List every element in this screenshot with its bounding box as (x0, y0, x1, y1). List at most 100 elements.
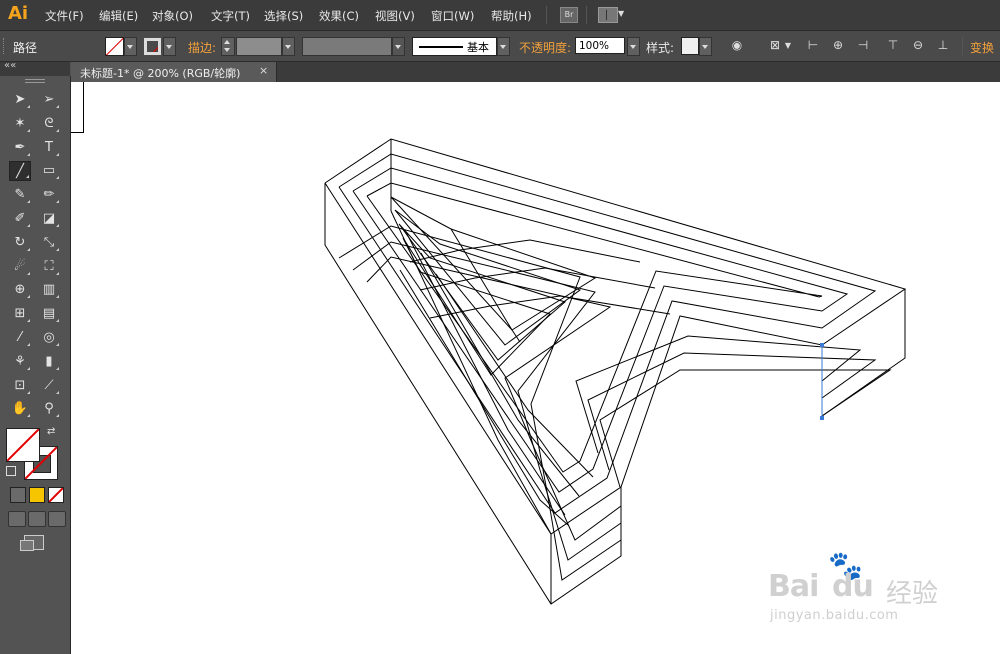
selection-type-label: 路径 (13, 41, 38, 55)
gradient-tool-icon[interactable]: ▤ (38, 304, 60, 324)
menu-select[interactable]: 选择(S) (264, 8, 303, 24)
brush-dropdown[interactable] (497, 37, 510, 56)
hand-tool-icon[interactable]: ✋ (9, 399, 31, 419)
shape-builder-tool-icon[interactable]: ⊕ (9, 280, 31, 300)
zoom-tool-icon[interactable]: ⚲ (38, 399, 60, 419)
menu-object[interactable]: 对象(O) (152, 8, 193, 24)
graphic-style-swatch[interactable] (681, 37, 699, 55)
fill-color-box[interactable] (6, 428, 40, 462)
toolbox-grip[interactable] (25, 79, 45, 83)
default-colors-icon[interactable] (6, 466, 16, 476)
perspective-grid-tool-icon[interactable]: ▥ (38, 280, 60, 300)
paintbrush-tool-icon[interactable]: ✎ (9, 185, 31, 205)
menu-view[interactable]: 视图(V) (375, 8, 415, 24)
menu-bar: Ai 文件(F) 编辑(E) 对象(O) 文字(T) 选择(S) 效果(C) 视… (0, 0, 1000, 31)
draw-inside-icon[interactable] (48, 511, 66, 527)
stroke-color-dropdown[interactable] (163, 37, 176, 56)
document-tab-bar: 未标题-1* @ 200% (RGB/轮廓) × (71, 62, 1000, 82)
stroke-weight-dropdown[interactable] (282, 37, 295, 56)
align-top-icon[interactable]: ⊤ (886, 39, 900, 52)
control-separator (962, 37, 963, 55)
rectangle-tool-icon[interactable]: ▭ (38, 161, 60, 181)
menu-edit[interactable]: 编辑(E) (99, 8, 138, 24)
app-logo: Ai (8, 3, 29, 24)
transform-label[interactable]: 变换 (970, 39, 994, 56)
stroke-swatch[interactable] (144, 38, 161, 55)
graphic-style-dropdown[interactable] (699, 37, 712, 56)
menu-window[interactable]: 窗口(W) (431, 8, 474, 24)
color-mode-icon[interactable] (10, 487, 26, 503)
bridge-button[interactable]: Br (560, 7, 578, 23)
align-vertical-center-icon[interactable]: ⊖ (911, 39, 925, 52)
column-graph-tool-icon[interactable]: ▮ (38, 352, 60, 372)
chevron-down-icon[interactable]: ▼ (781, 39, 795, 52)
align-horizontal-center-icon[interactable]: ⊕ (831, 39, 845, 52)
close-icon[interactable]: × (259, 64, 268, 77)
opacity-input[interactable]: 100% (575, 37, 625, 54)
draw-behind-icon[interactable] (28, 511, 46, 527)
align-bottom-icon[interactable]: ⊥ (936, 39, 950, 52)
menu-effect[interactable]: 效果(C) (319, 8, 359, 24)
control-bar: 路径 描边: 基本 不透明度: 100% 样式: ◉ ⊠ ▼ ⊢ ⊕ ⊣ ⊤ ⊖… (0, 31, 1000, 62)
mesh-tool-icon[interactable]: ⊞ (9, 304, 31, 324)
gradient-mode-icon[interactable] (29, 487, 45, 503)
line-segment-tool-icon[interactable]: ╱ (9, 161, 31, 182)
pencil-tool-icon[interactable]: ✏ (38, 185, 60, 205)
menu-type[interactable]: 文字(T) (211, 8, 250, 24)
stroke-label[interactable]: 描边: (188, 39, 216, 56)
recolor-artwork-icon[interactable]: ◉ (730, 39, 744, 52)
fill-dropdown[interactable] (124, 37, 137, 56)
magic-wand-tool-icon[interactable]: ✶ (9, 114, 31, 134)
stroke-weight-input[interactable] (236, 37, 282, 56)
watermark-brand: Bai (768, 569, 819, 604)
symbol-sprayer-tool-icon[interactable]: ⚘ (9, 352, 31, 372)
menu-file[interactable]: 文件(F) (45, 8, 84, 24)
fill-swatch[interactable] (105, 37, 124, 56)
menu-separator (546, 6, 547, 24)
align-to-selection-icon[interactable]: ⊠ (768, 39, 782, 52)
none-mode-icon[interactable] (48, 487, 64, 503)
watermark-cn: 经验 (886, 579, 939, 609)
pen-tool-icon[interactable]: ✒ (9, 138, 31, 158)
stroke-preview (419, 46, 463, 48)
lasso-tool-icon[interactable]: ᘓ (38, 114, 60, 134)
workspace-switcher-icon[interactable] (598, 7, 618, 23)
stroke-weight-stepper[interactable] (221, 37, 235, 56)
screen-mode-icon[interactable] (20, 535, 44, 551)
brush-name: 基本 (467, 41, 489, 54)
menu-separator (586, 6, 587, 24)
opacity-dropdown[interactable] (627, 37, 640, 56)
scale-tool-icon[interactable]: ⤡ (38, 233, 60, 253)
selection-tool-icon[interactable]: ➤ (9, 90, 31, 110)
chevron-down-icon[interactable]: ▼ (618, 9, 624, 18)
artboard-tool-icon[interactable]: ⊡ (9, 376, 31, 396)
align-left-icon[interactable]: ⊢ (806, 39, 820, 52)
align-right-icon[interactable]: ⊣ (856, 39, 870, 52)
panel-grip[interactable] (3, 38, 7, 54)
baidu-watermark: 🐾 Bai du 经验 jingyan.baidu.com (768, 549, 968, 635)
free-transform-tool-icon[interactable]: ⛶ (38, 257, 60, 277)
menu-help[interactable]: 帮助(H) (491, 8, 532, 24)
type-tool-icon[interactable]: T (38, 138, 60, 158)
brush-definition[interactable]: 基本 (412, 37, 497, 56)
opacity-label[interactable]: 不透明度: (519, 39, 571, 56)
toolbox-header: «« (0, 60, 70, 76)
watermark-du: du (832, 569, 874, 604)
warp-tool-icon[interactable]: ☄ (9, 257, 31, 277)
eraser-tool-icon[interactable]: ◪ (38, 209, 60, 229)
swap-fill-stroke-icon[interactable]: ⇄ (47, 426, 55, 437)
collapse-icon[interactable]: «« (4, 60, 16, 71)
variable-width-profile[interactable] (302, 37, 392, 56)
document-tab[interactable]: 未标题-1* @ 200% (RGB/轮廓) × (71, 62, 277, 82)
blend-tool-icon[interactable]: ◎ (38, 328, 60, 348)
document-tab-title: 未标题-1* @ 200% (RGB/轮廓) (80, 67, 241, 80)
direct-selection-tool-icon[interactable]: ➢ (38, 90, 60, 110)
blob-brush-tool-icon[interactable]: ✐ (9, 209, 31, 229)
draw-normal-icon[interactable] (8, 511, 26, 527)
watermark-url: jingyan.baidu.com (770, 608, 899, 623)
style-label: 样式: (646, 41, 675, 55)
slice-tool-icon[interactable]: ⟋ (38, 376, 60, 396)
width-profile-dropdown[interactable] (392, 37, 405, 56)
eyedropper-tool-icon[interactable]: ⁄ (9, 328, 31, 348)
rotate-tool-icon[interactable]: ↻ (9, 233, 31, 253)
